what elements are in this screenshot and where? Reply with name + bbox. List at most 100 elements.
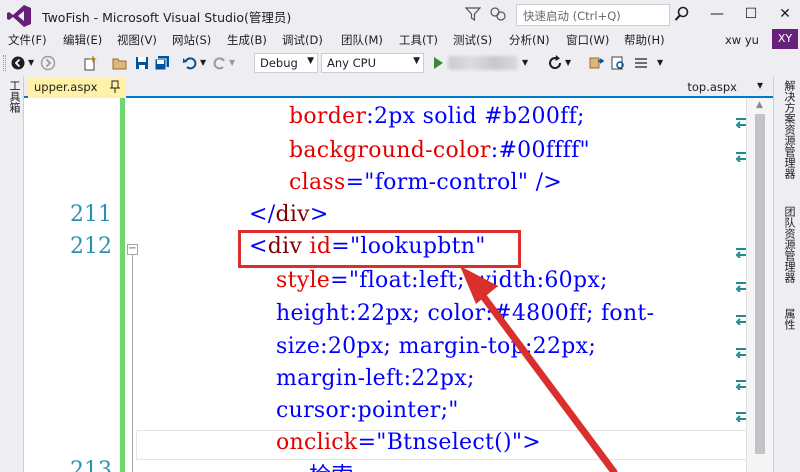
scroll-thumb[interactable] [755,114,765,454]
menu-file[interactable]: 文件(F) [8,32,47,48]
pin-icon[interactable] [110,80,120,94]
code-token: : [485,301,494,326]
properties-tab[interactable]: 属性 [781,308,797,330]
tab-label: upper.aspx [34,80,98,94]
maximize-button[interactable]: ☐ [734,0,768,28]
code-token: onclick [276,430,358,455]
code-token: border [289,104,367,129]
code-token: =" [357,430,387,455]
code-token: font- [600,301,655,326]
code-token: : [349,301,357,326]
menu-help[interactable]: 帮助(H) [624,32,665,48]
code-token: : [524,334,533,359]
menu-test[interactable]: 测试(S) [453,32,492,48]
toolbar-grip[interactable] [3,55,6,71]
code-line[interactable]: cursor:pointer;" [276,398,459,423]
code-line[interactable]: margin-left:22px; [276,366,475,391]
code-token: > [309,202,329,227]
code-token: #4800ff [493,301,586,326]
code-line[interactable]: size:20px; margin-top:22px; [276,334,596,359]
code-token: 22px [356,301,413,326]
code-token: Btnselect() [386,430,512,455]
solution-explorer-tab[interactable]: 解决方案资源管理器 [781,80,797,179]
start-debugging-icon[interactable] [430,55,446,71]
code-token: : [411,268,419,293]
outline-guide [132,250,133,472]
scroll-up-icon[interactable]: ▲ [756,100,763,110]
code-token: ; [383,334,399,359]
menu-team[interactable]: 团队(M) [341,32,383,48]
browser-dropdown-icon[interactable]: ▼ [522,58,538,74]
user-name[interactable]: xw yu [725,33,759,47]
configuration-value: Debug [260,56,298,70]
refresh-icon[interactable] [547,55,563,71]
code-token: =" [345,170,375,195]
open-file-icon[interactable] [112,55,128,71]
vertical-scrollbar[interactable]: ▲ [746,98,773,472]
code-line[interactable]: class="form-control" /> [289,170,562,195]
close-button[interactable]: ✕ [768,0,800,28]
redo-dropdown-icon[interactable]: ▼ [229,58,245,74]
line-number: 213 [70,458,112,472]
code-token: background-color [289,138,491,163]
menu-window[interactable]: 窗口(W) [566,32,609,48]
code-token: float [359,268,412,293]
tab-list-dropdown-icon[interactable]: ▾ [757,78,763,92]
team-explorer-tab[interactable]: 团队资源管理器 [781,206,797,283]
browser-link-icon[interactable] [588,55,604,71]
menu-website[interactable]: 网站(S) [172,32,211,48]
feedback-icon[interactable] [490,6,506,22]
code-token: ;" [440,398,459,423]
code-editor[interactable]: − border:2px solid #b200ff; background-co… [24,98,750,472]
tab-upper-aspx[interactable]: upper.aspx [28,78,126,98]
menu-build[interactable]: 生成(B) [227,32,267,48]
refresh-dropdown-icon[interactable]: ▼ [565,58,581,74]
undo-icon[interactable] [182,55,198,71]
toolbox-tab[interactable]: 工具箱 [6,80,22,113]
code-line[interactable]: height:22px; color:#4800ff; font- [276,301,654,326]
code-token: form-control [374,170,518,195]
search-icon[interactable] [674,6,690,22]
notification-filter-icon[interactable] [465,6,481,22]
code-token: ; [585,301,601,326]
code-line[interactable]: style="float:left; width:60px; [276,268,608,293]
navigate-back-icon[interactable] [10,55,26,71]
code-token: 检索 [309,464,354,472]
solution-platform-select[interactable]: Any CPU ▼ [321,53,424,73]
collapse-toggle[interactable]: − [127,244,138,255]
annotation-highlight-box [238,230,521,268]
change-tracking-bar [120,98,125,472]
code-line[interactable]: onclick="Btnselect()"> [276,430,541,455]
find-in-files-icon[interactable] [610,55,626,71]
new-project-icon[interactable] [82,55,98,71]
code-token: ; [588,334,597,359]
code-line[interactable]: </div> [249,202,329,227]
line-number: 212 [70,234,112,259]
user-avatar[interactable]: XY [772,29,798,49]
code-line[interactable]: border:2px solid #b200ff; [289,104,585,129]
menu-debug[interactable]: 调试(D) [282,32,323,48]
title-bar: TwoFish - Microsoft Visual Studio(管理员) 快… [0,0,800,30]
solution-configuration-select[interactable]: Debug ▼ [254,53,318,73]
save-all-icon[interactable] [154,55,170,71]
tab-top-aspx[interactable]: top.aspx [687,80,737,94]
quick-launch-input[interactable]: 快速启动 (Ctrl+Q) [516,4,670,26]
code-token: ; [457,268,473,293]
save-icon[interactable] [134,55,150,71]
menu-view[interactable]: 视图(V) [117,32,157,48]
menu-tools[interactable]: 工具(T) [399,32,438,48]
start-browser-selector[interactable] [448,56,518,70]
code-line[interactable]: 检索 [309,458,354,472]
code-line[interactable]: background-color:#00ffff" [289,138,590,163]
comment-icon[interactable] [633,55,649,71]
menu-edit[interactable]: 编辑(E) [63,32,102,48]
navigate-forward-icon[interactable] [40,55,56,71]
code-token: 20px [327,334,384,359]
redo-icon[interactable] [212,55,228,71]
line-number: 211 [70,202,112,227]
minimize-button[interactable]: — [700,0,734,28]
toolbar-overflow-icon[interactable]: ▼ [657,58,673,74]
menu-analyze[interactable]: 分析(N) [509,32,550,48]
document-tab-row: upper.aspx top.aspx ▾ [24,76,773,98]
chevron-down-icon: ▼ [307,56,314,66]
